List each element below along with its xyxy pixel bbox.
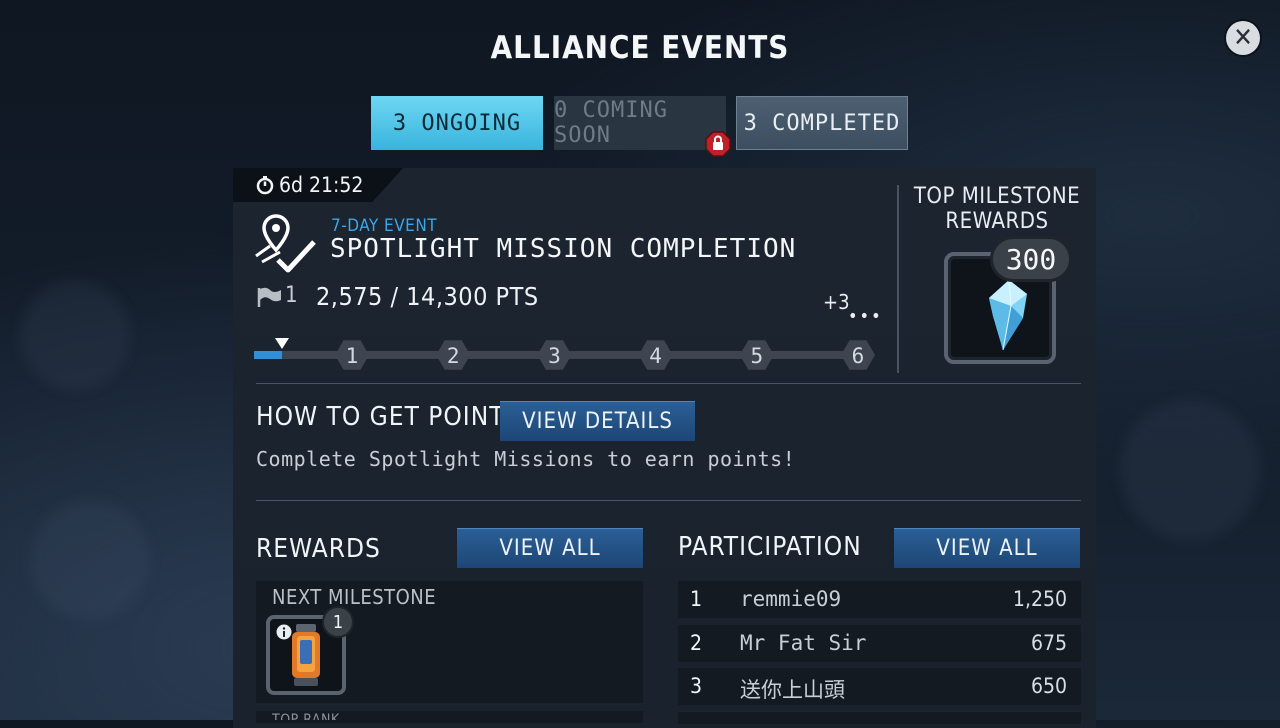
milestone-label: 1 — [346, 344, 359, 368]
background-decoration — [1120, 400, 1260, 540]
divider — [256, 500, 1081, 501]
milestone-label: 5 — [750, 344, 763, 368]
page-title: ALLIANCE EVENTS — [490, 30, 790, 66]
participation-title: PARTICIPATION — [678, 532, 862, 562]
tab-ongoing[interactable]: 3 ONGOING — [371, 96, 543, 150]
background-decoration — [20, 280, 130, 390]
how-to-description: Complete Spotlight Missions to earn poin… — [256, 447, 796, 471]
view-details-button[interactable]: VIEW DETAILS — [500, 401, 695, 441]
participation-view-all-button[interactable]: VIEW ALL — [894, 528, 1080, 568]
tab-completed[interactable]: 3 COMPLETED — [736, 96, 908, 150]
participant-name: Mr Fat Sir — [740, 631, 867, 655]
participation-row[interactable]: 3 送你上山頭 650 — [678, 668, 1081, 705]
more-dots: ••• — [848, 306, 883, 327]
participant-rank: 3 — [690, 674, 703, 698]
divider — [897, 185, 899, 373]
participant-score: 650 — [1030, 674, 1067, 698]
lock-icon — [705, 131, 731, 157]
progress-marker-icon — [275, 338, 289, 349]
participant-name: 送你上山頭 — [740, 678, 845, 702]
divider — [256, 383, 1081, 384]
participant-name: remmie09 — [740, 587, 842, 611]
next-milestone-label: NEXT MILESTONE — [272, 585, 437, 609]
stopwatch-icon — [256, 176, 274, 195]
participant-score: 675 — [1030, 631, 1067, 655]
more-milestones-count[interactable]: +3 — [823, 290, 850, 314]
alliance-rank: 1 — [285, 283, 298, 308]
milestone-label: 4 — [649, 344, 662, 368]
milestone-label: 6 — [852, 344, 865, 368]
reward-item-quantity-badge: 1 — [322, 606, 354, 638]
timer-text: 6d 21:52 — [279, 173, 364, 197]
participant-rank: 1 — [690, 587, 703, 611]
event-points: 2,575 / 14,300 PTS — [316, 282, 539, 311]
top-milestone-title: TOP MILESTONE REWARDS — [913, 184, 1081, 234]
map-pin-check-icon — [255, 214, 316, 273]
participant-rank: 2 — [690, 631, 703, 655]
rewards-view-all-button[interactable]: VIEW ALL — [457, 528, 643, 568]
participation-row[interactable]: 1 remmie09 1,250 — [678, 581, 1081, 618]
rewards-title: REWARDS — [256, 534, 381, 564]
participation-row — [678, 712, 1081, 724]
how-to-title: HOW TO GET POINTS — [256, 402, 521, 432]
milestone-label: 2 — [447, 344, 460, 368]
background-decoration — [30, 500, 150, 620]
milestone-label: 3 — [548, 344, 561, 368]
next-reward-row-label: TOP RANK — [272, 712, 340, 720]
participation-row[interactable]: 2 Mr Fat Sir 675 — [678, 625, 1081, 662]
crystal-icon — [989, 279, 1027, 351]
event-type: 7-DAY EVENT — [331, 216, 438, 236]
milestone-progress-track: 1 2 3 4 5 6 — [254, 338, 875, 370]
participant-score: 1,250 — [1012, 587, 1067, 611]
info-icon[interactable] — [276, 624, 292, 640]
flag-icon — [257, 287, 281, 307]
event-name: SPOTLIGHT MISSION COMPLETION — [330, 234, 797, 264]
reward-quantity-badge: 300 — [990, 236, 1072, 282]
tab-coming-soon[interactable]: 0 COMING SOON — [554, 96, 726, 150]
